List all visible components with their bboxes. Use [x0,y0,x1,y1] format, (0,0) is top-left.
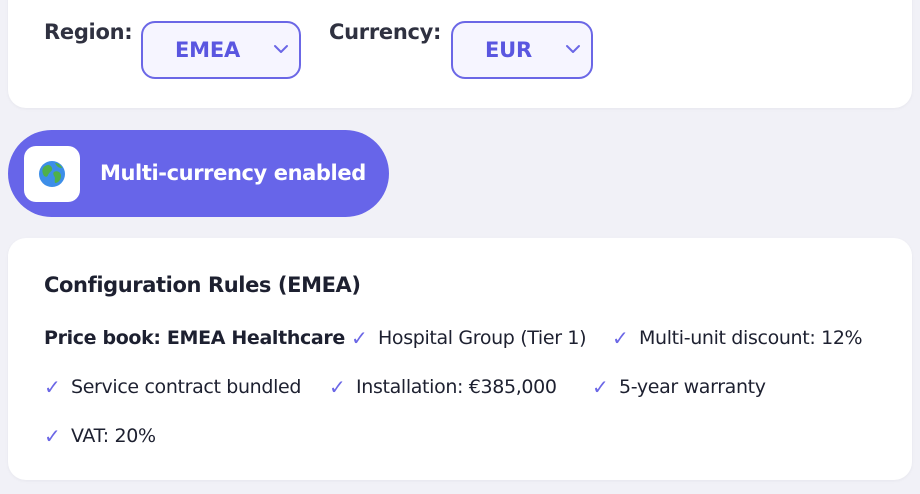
check-icon: ✓ [351,326,368,350]
chevron-down-icon [566,45,580,53]
currency-label: Currency: [329,20,442,44]
rule-item: Multi-unit discount: 12% [639,327,863,349]
price-book-label: Price book: EMEA Healthcare [44,327,345,349]
rule-item: VAT: 20% [71,425,156,447]
check-icon: ✓ [44,375,61,399]
check-icon: ✓ [44,424,61,448]
check-icon: ✓ [592,375,609,399]
multi-currency-toggle[interactable]: Multi-currency enabled [8,130,389,217]
rule-item: Installation: €385,000 [356,376,557,398]
globe-icon [24,146,80,202]
region-label: Region: [44,20,133,44]
rule-item: Hospital Group (Tier 1) [378,327,587,349]
filter-card: Region: EMEA Currency: EUR [8,0,912,108]
region-select[interactable]: EMEA [141,21,301,79]
rule-item: Service contract bundled [71,376,302,398]
currency-select[interactable]: EUR [451,21,593,79]
check-icon: ✓ [329,375,346,399]
check-icon: ✓ [612,326,629,350]
configuration-rules-card: Configuration Rules (EMEA) Price book: E… [8,238,912,480]
region-select-value: EMEA [175,38,241,62]
currency-select-value: EUR [485,38,532,62]
multi-currency-label: Multi-currency enabled [100,161,366,185]
chevron-down-icon [274,45,288,53]
rule-item: 5-year warranty [619,376,766,398]
rules-title: Configuration Rules (EMEA) [44,273,361,297]
